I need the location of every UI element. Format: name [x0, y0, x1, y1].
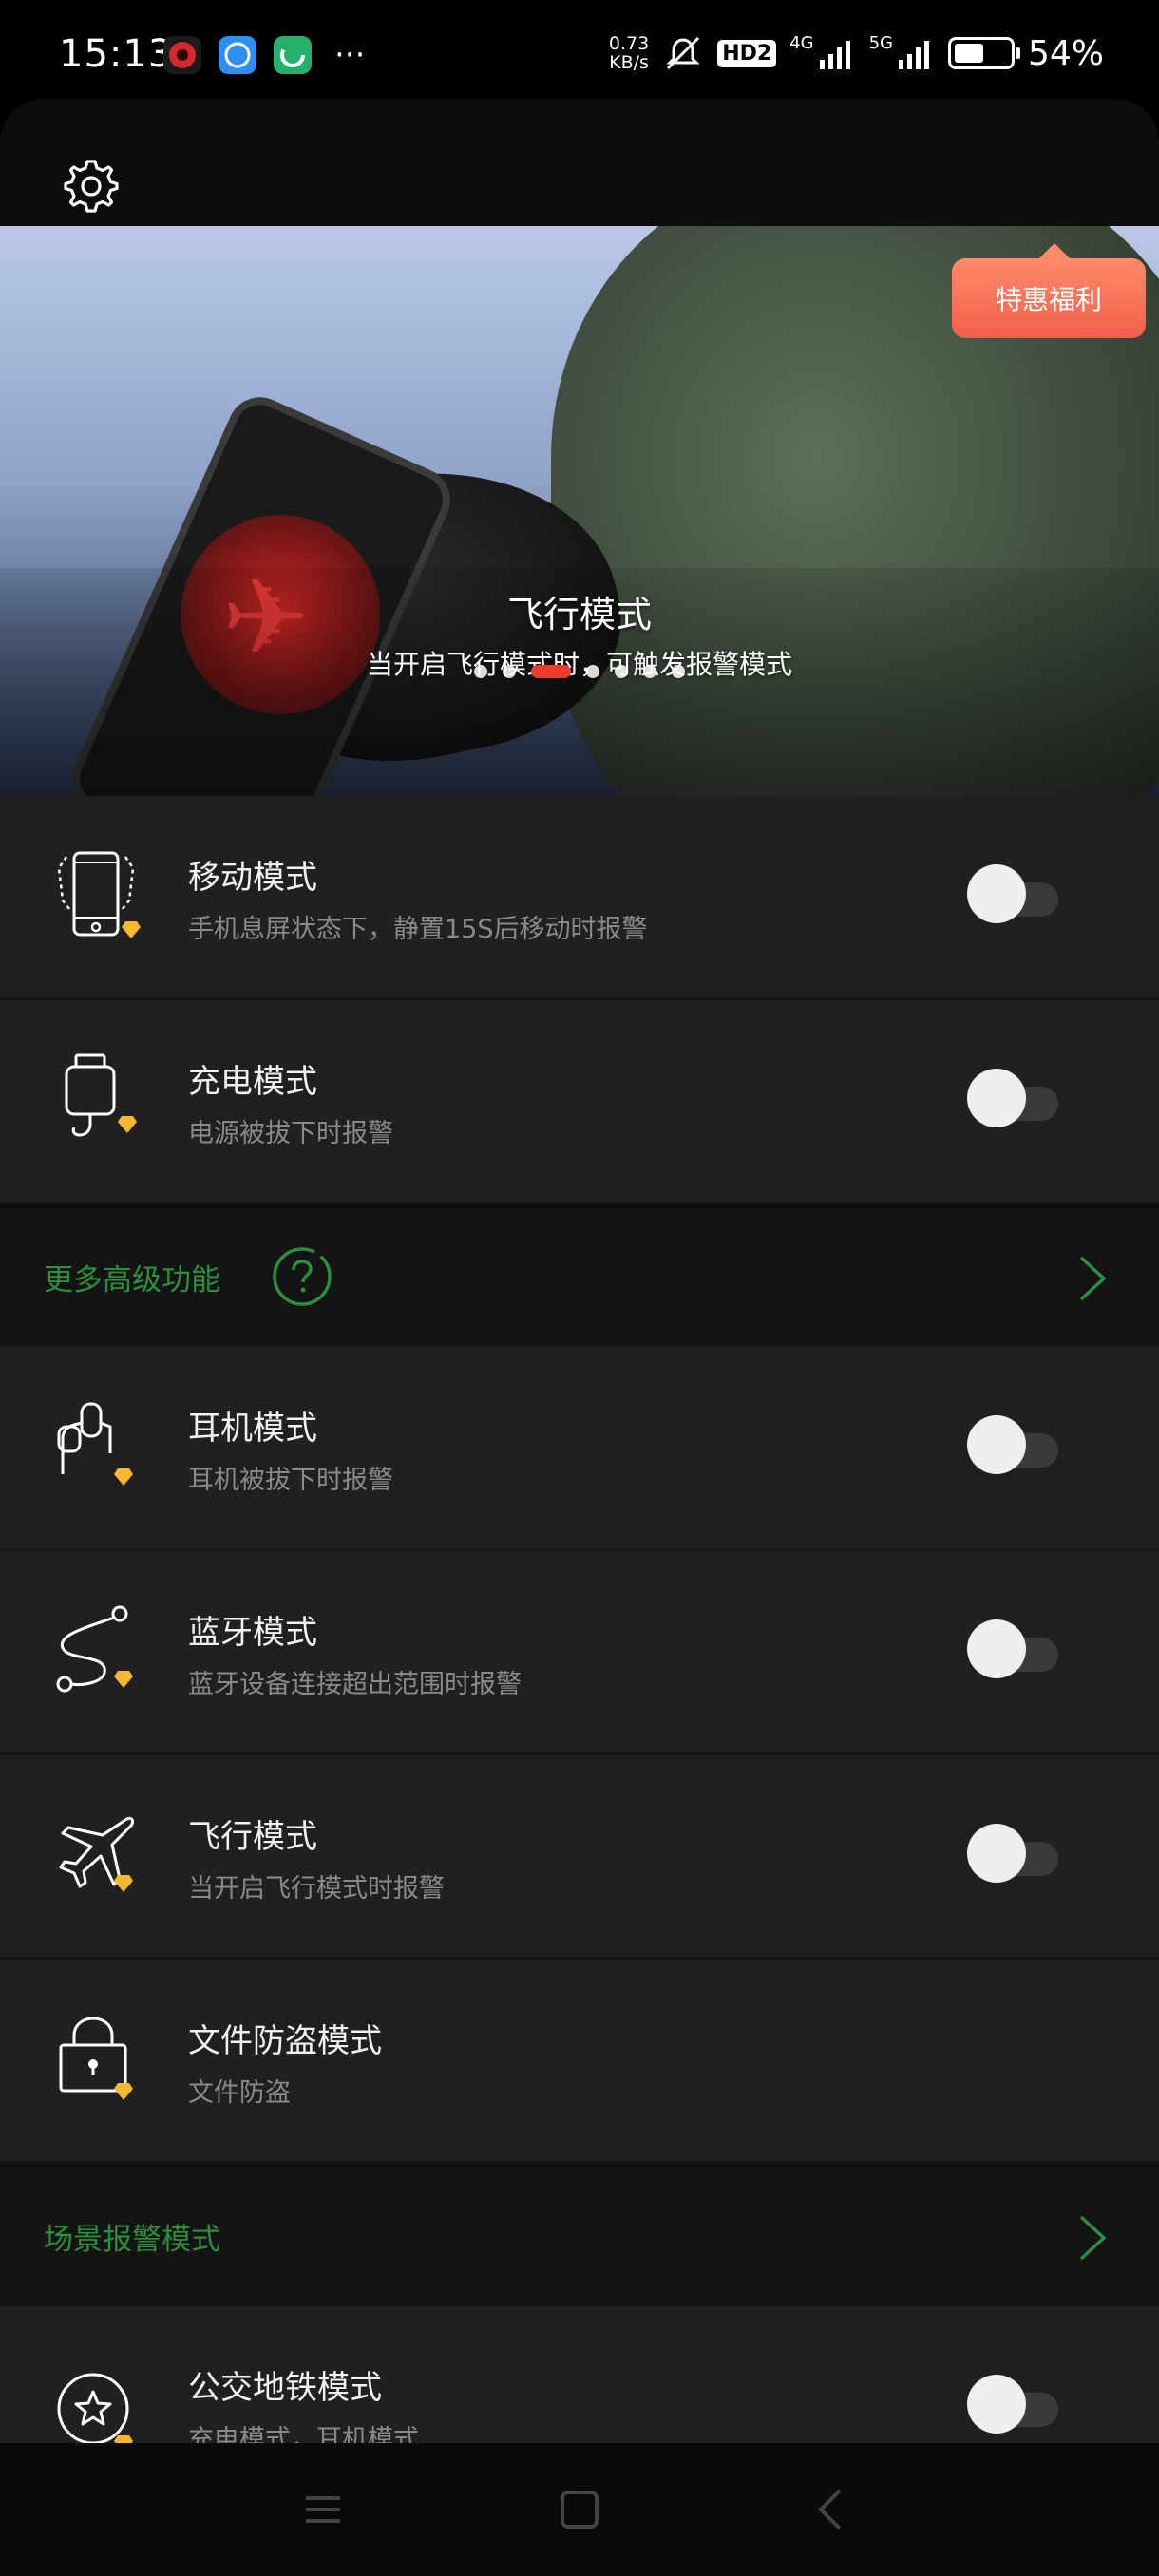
page-dot-active — [531, 665, 571, 678]
mode-subtitle: 蓝牙设备连接超出范围时报警 — [188, 1670, 522, 1699]
toggle-knob — [967, 1824, 1026, 1883]
mode-list-primary: 移动模式 手机息屏状态下，静置15S后移动时报警 充电模式 电源被拔下时报警 — [0, 796, 1159, 1204]
toggle-knob — [967, 2375, 1026, 2434]
network-speed-value: 0.73 — [608, 33, 650, 54]
page-dot — [615, 665, 628, 678]
mode-row-bluetooth[interactable]: 蓝牙模式 蓝牙设备连接超出范围时报警 — [0, 1551, 1159, 1755]
page-dot — [672, 665, 685, 678]
mode-row-file-protection[interactable]: 文件防盗模式 文件防盗 — [0, 1960, 1159, 2164]
mode-title: 飞行模式 — [188, 1818, 317, 1856]
airplane-mode-toggle[interactable] — [967, 1824, 1058, 1883]
phone-motion-icon — [57, 851, 141, 938]
mode-title: 移动模式 — [188, 859, 317, 897]
mode-subtitle: 耳机被拔下时报警 — [188, 1466, 393, 1495]
network-type-4g: 4G — [789, 32, 814, 53]
mode-subtitle: 电源被拔下时报警 — [188, 1119, 393, 1148]
mode-title: 蓝牙模式 — [188, 1614, 317, 1652]
network-speed-unit: KB/s — [609, 52, 649, 73]
signal-icon-1 — [819, 41, 850, 69]
status-bar: 15:13 ··· 0.73 KB/s HD2 4G 5G 54% — [0, 0, 1159, 106]
charger-icon — [65, 1053, 137, 1137]
chevron-right-icon — [1079, 2215, 1107, 2261]
mode-row-transit[interactable]: 公交地铁模式 充电模式，耳机模式 — [0, 2306, 1159, 2443]
mute-icon — [666, 36, 700, 70]
transit-mode-toggle[interactable] — [967, 2375, 1058, 2434]
earphone-mode-toggle[interactable] — [967, 1415, 1058, 1474]
mode-list-advanced: 耳机模式 耳机被拔下时报警 蓝牙模式 蓝牙设备连接超出范围时报警 飞行模式 当开… — [0, 1347, 1159, 2164]
mode-subtitle: 文件防盗 — [188, 2078, 291, 2108]
mode-row-charging[interactable]: 充电模式 电源被拔下时报警 — [0, 1000, 1159, 1204]
battery-percent: 54% — [1027, 33, 1104, 73]
scene-alarm-section[interactable]: 场景报警模式 — [0, 2168, 1159, 2306]
back-icon[interactable] — [804, 2481, 861, 2538]
settings-gear-icon[interactable] — [61, 156, 122, 217]
alarm-app-icon — [163, 36, 201, 74]
banner-title: 飞行模式 — [506, 594, 652, 635]
toggle-knob — [967, 1619, 1026, 1678]
feature-banner[interactable]: ✈ 飞行模式 当开启飞行模式时，可触发报警模式 特惠福利 — [0, 226, 1159, 796]
toggle-knob — [967, 864, 1026, 923]
bluetooth-path-icon — [56, 1605, 133, 1693]
page-dot — [586, 665, 599, 678]
bluetooth-mode-toggle[interactable] — [967, 1619, 1058, 1678]
network-type-5g: 5G — [868, 32, 893, 53]
mode-subtitle: 充电模式，耳机模式 — [188, 2425, 419, 2443]
toggle-knob — [967, 1415, 1026, 1474]
battery-level — [954, 44, 984, 63]
menu-icon[interactable] — [294, 2481, 352, 2538]
status-indicators: 0.73 KB/s HD2 4G 5G 54% — [609, 32, 1104, 74]
mode-title: 充电模式 — [188, 1063, 317, 1101]
mode-row-motion[interactable]: 移动模式 手机息屏状态下，静置15S后移动时报警 — [0, 796, 1159, 1000]
battery-icon — [947, 37, 1020, 69]
page-dot — [474, 665, 487, 678]
charging-mode-toggle[interactable] — [967, 1069, 1058, 1127]
mode-title: 公交地铁模式 — [188, 2369, 382, 2407]
status-time: 15:13 — [59, 32, 174, 76]
more-notifications-icon: ··· — [334, 36, 366, 74]
app-main: ✈ 飞行模式 当开启飞行模式时，可触发报警模式 特惠福利 移动模式 手机息屏状态… — [0, 99, 1159, 2443]
motion-mode-toggle[interactable] — [967, 864, 1058, 923]
network-speed: 0.73 KB/s — [609, 34, 649, 72]
lock-icon — [59, 2017, 133, 2100]
mode-title: 文件防盗模式 — [188, 2022, 382, 2060]
star-badge-icon — [57, 2373, 133, 2443]
chevron-right-icon — [1079, 1256, 1107, 1301]
page-dot — [643, 665, 656, 678]
page-dot — [503, 665, 516, 678]
top-bar — [0, 99, 1159, 226]
notification-icons: ··· — [163, 36, 365, 74]
cleaner-app-icon — [274, 36, 312, 74]
hd-voice-badge: HD2 — [717, 39, 777, 67]
earphone-icon — [57, 1402, 133, 1486]
advanced-features-label: 更多高级功能 — [44, 1263, 220, 1297]
mode-title: 耳机模式 — [188, 1410, 317, 1448]
mode-list-scene: 公交地铁模式 充电模式，耳机模式 — [0, 2306, 1159, 2443]
promo-button[interactable]: 特惠福利 — [952, 243, 1146, 338]
help-icon[interactable] — [272, 1246, 332, 1307]
system-nav-bar — [0, 2443, 1159, 2576]
scene-alarm-label: 场景报警模式 — [44, 2223, 220, 2257]
advanced-features-section[interactable]: 更多高级功能 — [0, 1208, 1159, 1347]
mode-subtitle: 手机息屏状态下，静置15S后移动时报警 — [188, 915, 648, 944]
banner-page-indicator — [0, 665, 1159, 678]
browser-app-icon — [218, 36, 256, 74]
mode-row-earphone[interactable]: 耳机模式 耳机被拔下时报警 — [0, 1347, 1159, 1551]
mode-row-airplane[interactable]: 飞行模式 当开启飞行模式时报警 — [0, 1755, 1159, 1960]
toggle-knob — [967, 1069, 1026, 1127]
airplane-icon — [59, 1816, 135, 1892]
signal-icon-2 — [898, 41, 929, 69]
home-icon[interactable] — [551, 2481, 608, 2538]
mode-subtitle: 当开启飞行模式时报警 — [188, 1874, 445, 1904]
